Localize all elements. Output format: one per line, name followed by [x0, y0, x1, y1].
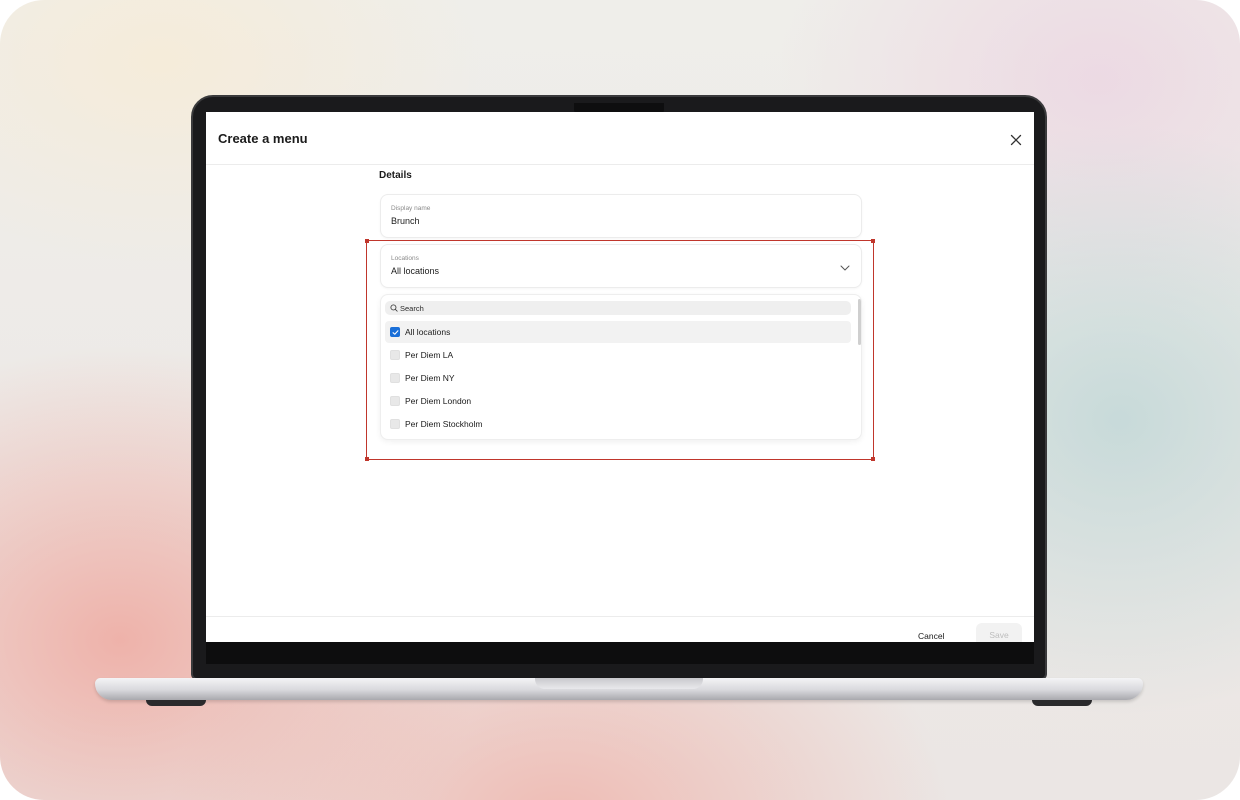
save-button[interactable]: Save: [976, 623, 1022, 642]
option-checkbox[interactable]: [390, 396, 400, 406]
locations-dropdown: All locations Per Diem LA Per Diem NY Pe…: [380, 294, 862, 440]
dialog-title: Create a menu: [218, 131, 308, 146]
frame-handle: [871, 239, 875, 243]
display-name-field[interactable]: Display name Brunch: [380, 194, 862, 238]
dialog-header: Create a menu: [206, 112, 1034, 165]
locations-select[interactable]: Locations All locations: [380, 244, 862, 288]
frame-handle: [365, 239, 369, 243]
option-checkbox[interactable]: [390, 327, 400, 337]
close-button[interactable]: [1006, 130, 1026, 150]
laptop-base-groove: [535, 678, 703, 689]
check-icon: [392, 330, 399, 335]
frame-handle: [871, 457, 875, 461]
option-per-diem-london[interactable]: Per Diem London: [385, 390, 851, 412]
laptop-foot: [146, 700, 206, 706]
option-checkbox[interactable]: [390, 419, 400, 429]
option-checkbox[interactable]: [390, 350, 400, 360]
close-icon: [1010, 134, 1022, 146]
section-title-details: Details: [379, 170, 412, 181]
option-label: Per Diem London: [405, 396, 472, 406]
option-per-diem-la[interactable]: Per Diem LA: [385, 344, 851, 366]
locations-value: All locations: [391, 266, 440, 276]
option-label: Per Diem NY: [405, 373, 455, 383]
option-label: Per Diem Stockholm: [405, 419, 483, 429]
option-per-diem-stockholm[interactable]: Per Diem Stockholm: [385, 413, 851, 435]
option-per-diem-ny[interactable]: Per Diem NY: [385, 367, 851, 389]
search-input[interactable]: [400, 301, 840, 315]
option-checkbox[interactable]: [390, 373, 400, 383]
search-box[interactable]: [385, 301, 851, 315]
laptop-foot: [1032, 700, 1092, 706]
option-label: All locations: [405, 327, 451, 337]
frame-handle: [365, 457, 369, 461]
search-icon: [390, 304, 398, 312]
display-name-label: Display name: [391, 205, 431, 212]
laptop-bezel: [206, 642, 1034, 664]
dropdown-scrollbar[interactable]: [858, 299, 861, 345]
screen: Create a menu Details Display name Brunc…: [206, 112, 1034, 642]
cancel-button[interactable]: Cancel: [918, 631, 944, 641]
display-name-value[interactable]: Brunch: [391, 216, 420, 226]
chevron-down-icon[interactable]: [839, 262, 851, 274]
dialog-footer: Cancel Save: [206, 616, 1034, 642]
locations-label: Locations: [391, 255, 419, 262]
option-all-locations[interactable]: All locations: [385, 321, 851, 343]
option-label: Per Diem LA: [405, 350, 454, 360]
